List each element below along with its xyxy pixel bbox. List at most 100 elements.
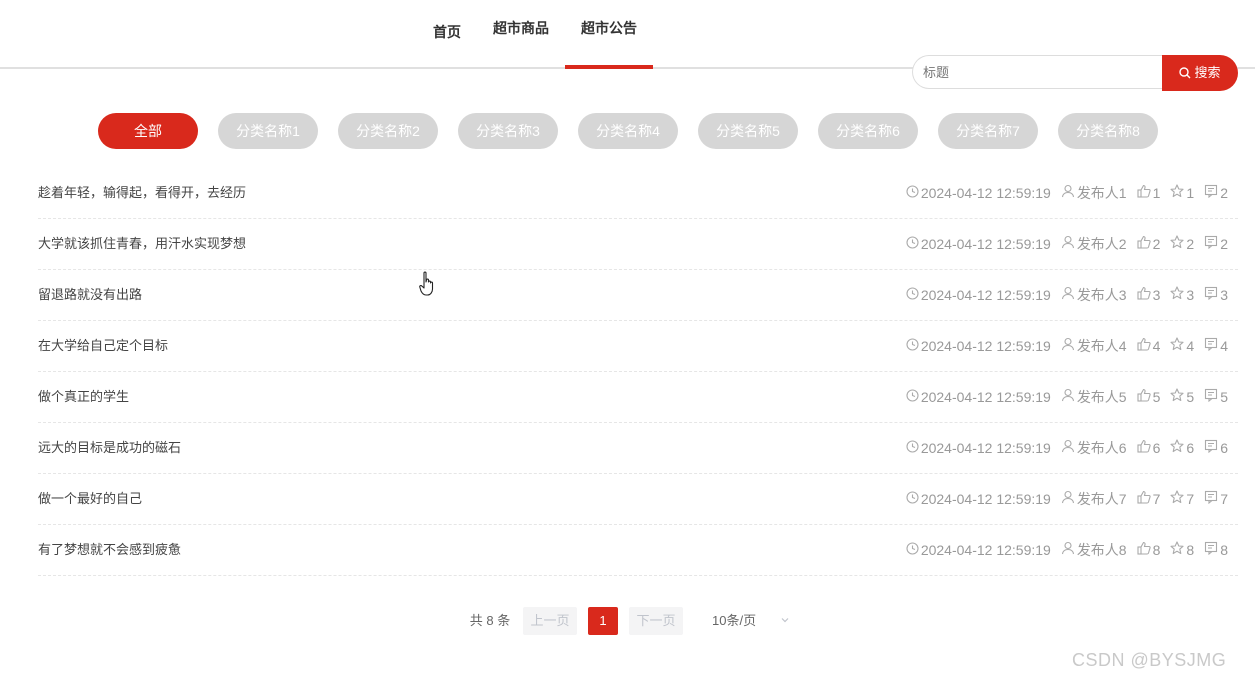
- comment-count-value: 5: [1220, 389, 1228, 405]
- like-count-value: 7: [1152, 491, 1161, 507]
- announcement-row[interactable]: 在大学给自己定个目标 2024-04-12 12:59:19 发布人4 4 4 4: [38, 321, 1238, 372]
- star-icon: [1170, 270, 1186, 320]
- comment-count[interactable]: 2: [1204, 219, 1228, 269]
- comment-icon: [1204, 168, 1220, 218]
- like-count-value: 6: [1152, 440, 1161, 456]
- like-count-value: 5: [1152, 389, 1161, 405]
- announcement-meta: 2024-04-12 12:59:19 发布人7 7 7 7: [896, 474, 1228, 524]
- author-name: 发布人5: [1076, 389, 1127, 405]
- star-icon: [1170, 474, 1186, 524]
- like-count[interactable]: 8: [1137, 525, 1161, 575]
- announcement-title[interactable]: 趁着年轻，输得起，看得开，去经历: [38, 168, 246, 218]
- announcement-row[interactable]: 趁着年轻，输得起，看得开，去经历 2024-04-12 12:59:19 发布人1 1…: [38, 168, 1238, 219]
- favorite-count[interactable]: 6: [1170, 423, 1194, 473]
- author-name: 发布人7: [1076, 491, 1127, 507]
- favorite-count[interactable]: 8: [1170, 525, 1194, 575]
- category-6[interactable]: 分类名称6: [818, 113, 918, 149]
- thumbs-up-icon: [1137, 525, 1153, 575]
- favorite-count[interactable]: 5: [1170, 372, 1194, 422]
- user-icon: [1061, 423, 1077, 473]
- comment-count[interactable]: 8: [1204, 525, 1228, 575]
- thumbs-up-icon: [1137, 474, 1153, 524]
- search-input[interactable]: [912, 55, 1162, 89]
- author: 发布人7: [1061, 474, 1127, 524]
- search-button-label: 搜索: [1194, 65, 1221, 80]
- comment-icon: [1204, 219, 1220, 269]
- favorite-count[interactable]: 3: [1170, 270, 1194, 320]
- thumbs-up-icon: [1137, 219, 1153, 269]
- announcement-row[interactable]: 有了梦想就不会感到疲惫 2024-04-12 12:59:19 发布人8 8 8 8: [38, 525, 1238, 576]
- category-5[interactable]: 分类名称5: [698, 113, 798, 149]
- chevron-down-icon: [781, 618, 789, 623]
- favorite-count[interactable]: 4: [1170, 321, 1194, 371]
- like-count[interactable]: 1: [1137, 168, 1160, 218]
- announcement-title[interactable]: 做一个最好的自己: [38, 474, 142, 524]
- announcement-title[interactable]: 有了梦想就不会感到疲惫: [38, 525, 181, 575]
- favorite-count-value: 1: [1186, 185, 1195, 201]
- announcement-row[interactable]: 留退路就没有出路 2024-04-12 12:59:19 发布人3 3 3 3: [38, 270, 1238, 321]
- category-3[interactable]: 分类名称3: [458, 113, 558, 149]
- like-count[interactable]: 5: [1137, 372, 1161, 422]
- comment-count-value: 2: [1220, 236, 1228, 252]
- page-number-button[interactable]: 1: [588, 607, 618, 635]
- author-name: 发布人8: [1076, 542, 1127, 558]
- page-size-select[interactable]: 10条/页: [712, 607, 792, 635]
- category-1[interactable]: 分类名称1: [218, 113, 318, 149]
- category-all[interactable]: 全部: [98, 113, 198, 149]
- prev-page-button[interactable]: 上一页: [523, 607, 577, 635]
- like-count[interactable]: 2: [1137, 219, 1160, 269]
- search-bar: 搜索: [912, 55, 1238, 91]
- announcement-row[interactable]: 远大的目标是成功的磁石 2024-04-12 12:59:19 发布人6 6 6 6: [38, 423, 1238, 474]
- favorite-count[interactable]: 7: [1170, 474, 1194, 524]
- comment-count[interactable]: 2: [1204, 168, 1228, 218]
- publish-time-value: 2024-04-12 12:59:19: [920, 338, 1051, 354]
- author: 发布人2: [1061, 219, 1127, 269]
- clock-icon: [906, 219, 921, 269]
- like-count[interactable]: 6: [1137, 423, 1161, 473]
- next-page-button[interactable]: 下一页: [629, 607, 683, 635]
- favorite-count-value: 2: [1186, 236, 1195, 252]
- nav-products[interactable]: 超市商品: [493, 0, 549, 67]
- like-count[interactable]: 7: [1137, 474, 1161, 524]
- star-icon: [1170, 321, 1186, 371]
- author: 发布人1: [1061, 168, 1127, 218]
- category-8[interactable]: 分类名称8: [1058, 113, 1158, 149]
- comment-count[interactable]: 3: [1204, 270, 1228, 320]
- comment-count[interactable]: 4: [1204, 321, 1228, 371]
- category-4[interactable]: 分类名称4: [578, 113, 678, 149]
- category-2[interactable]: 分类名称2: [338, 113, 438, 149]
- like-count[interactable]: 3: [1137, 270, 1160, 320]
- announcement-title[interactable]: 留退路就没有出路: [38, 270, 142, 320]
- publish-time: 2024-04-12 12:59:19: [906, 525, 1051, 575]
- star-icon: [1170, 168, 1186, 218]
- author: 发布人4: [1061, 321, 1127, 371]
- comment-count[interactable]: 7: [1204, 474, 1228, 524]
- nav-announcements[interactable]: 超市公告: [565, 0, 653, 69]
- announcement-row[interactable]: 做一个最好的自己 2024-04-12 12:59:19 发布人7 7 7 7: [38, 474, 1238, 525]
- author-name: 发布人4: [1076, 338, 1127, 354]
- search-icon: [1179, 67, 1191, 79]
- category-7[interactable]: 分类名称7: [938, 113, 1038, 149]
- announcement-title[interactable]: 在大学给自己定个目标: [38, 321, 168, 371]
- user-icon: [1061, 270, 1077, 320]
- announcement-meta: 2024-04-12 12:59:19 发布人3 3 3 3: [896, 270, 1228, 320]
- favorite-count-value: 5: [1186, 389, 1195, 405]
- comment-count[interactable]: 6: [1204, 423, 1228, 473]
- comment-count-value: 3: [1220, 287, 1228, 303]
- comment-icon: [1204, 321, 1220, 371]
- announcement-title[interactable]: 做个真正的学生: [38, 372, 129, 422]
- user-icon: [1061, 372, 1077, 422]
- thumbs-up-icon: [1137, 321, 1153, 371]
- favorite-count[interactable]: 2: [1170, 219, 1194, 269]
- announcement-title[interactable]: 大学就该抓住青春，用汗水实现梦想: [38, 219, 246, 269]
- comment-count[interactable]: 5: [1204, 372, 1228, 422]
- favorite-count[interactable]: 1: [1170, 168, 1194, 218]
- like-count-value: 8: [1152, 542, 1161, 558]
- announcement-row[interactable]: 大学就该抓住青春，用汗水实现梦想 2024-04-12 12:59:19 发布人2 2…: [38, 219, 1238, 270]
- comment-icon: [1204, 372, 1220, 422]
- announcement-row[interactable]: 做个真正的学生 2024-04-12 12:59:19 发布人5 5 5 5: [38, 372, 1238, 423]
- like-count[interactable]: 4: [1137, 321, 1160, 371]
- nav-home[interactable]: 首页: [433, 4, 461, 71]
- announcement-title[interactable]: 远大的目标是成功的磁石: [38, 423, 181, 473]
- search-button[interactable]: 搜索: [1162, 55, 1238, 91]
